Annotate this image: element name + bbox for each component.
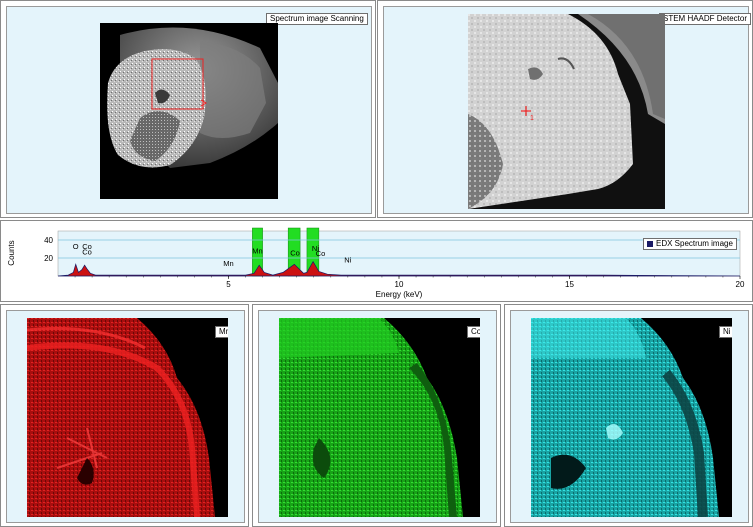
peak-label: Mn: [223, 259, 233, 268]
survey-image[interactable]: [100, 23, 278, 199]
mn-map-image[interactable]: Mn: [27, 318, 228, 517]
haadf-view[interactable]: STEM HAADF Detector 1: [383, 6, 752, 214]
haadf-image-graphic: 1: [468, 14, 665, 209]
haadf-label: STEM HAADF Detector: [659, 13, 752, 25]
x-tick-label: 15: [565, 280, 574, 289]
legend-marker: [647, 240, 653, 247]
x-tick-label: 10: [395, 280, 404, 289]
mn-map-label: Mn: [215, 326, 228, 338]
ni-map-label: Ni: [719, 326, 732, 338]
peak-label: Co: [82, 247, 92, 256]
legend-text: EDX Spectrum image: [656, 239, 733, 248]
haadf-panel: STEM HAADF Detector 1: [377, 0, 753, 218]
survey-image-graphic: [100, 23, 278, 199]
cursor-marker-label: 1: [530, 115, 534, 122]
mn-map-panel: Mn: [0, 304, 249, 527]
co-map-image[interactable]: Co: [279, 318, 480, 517]
spectrum-panel: O Co Co Mn Mn Co Ni Co Ni 20 40 5 10 15 20 Counts En…: [0, 220, 753, 302]
peak-label: Co: [316, 249, 326, 258]
mn-map-view[interactable]: Mn: [6, 310, 245, 523]
spectrum-image-label: Spectrum image Scanning: [266, 13, 368, 25]
spectrum-legend: EDX Spectrum image: [643, 238, 737, 250]
co-map-graphic: [279, 318, 480, 517]
haadf-image[interactable]: 1: [468, 14, 665, 209]
peak-label: Co: [290, 248, 300, 257]
ni-map-image[interactable]: Ni: [531, 318, 732, 517]
x-tick-label: 5: [226, 280, 231, 289]
x-tick-label: 20: [736, 280, 745, 289]
edx-spectrum-chart[interactable]: O CoCo MnMnCo NiCoNi 2040 5 10 15 20 Counts En…: [1, 221, 752, 301]
peak-label: Ni: [344, 256, 351, 265]
spectrum-image-view[interactable]: Spectrum image Scanning: [6, 6, 372, 214]
mn-map-graphic: [27, 318, 228, 517]
x-axis-label: Energy (keV): [376, 290, 423, 299]
co-map-view[interactable]: Co: [258, 310, 497, 523]
ni-map-panel: Ni: [504, 304, 753, 527]
ni-map-view[interactable]: Ni: [510, 310, 749, 523]
y-tick-label: 20: [44, 254, 53, 263]
spectrum-image-panel: Spectrum image Scanning: [0, 0, 376, 218]
co-map-label: Co: [467, 326, 480, 338]
peak-label: O: [73, 242, 79, 251]
peak-label: Mn: [252, 247, 262, 256]
ni-map-graphic: [531, 318, 732, 517]
y-axis-label: Counts: [7, 240, 16, 265]
co-map-panel: Co: [252, 304, 501, 527]
y-tick-label: 40: [44, 236, 53, 245]
